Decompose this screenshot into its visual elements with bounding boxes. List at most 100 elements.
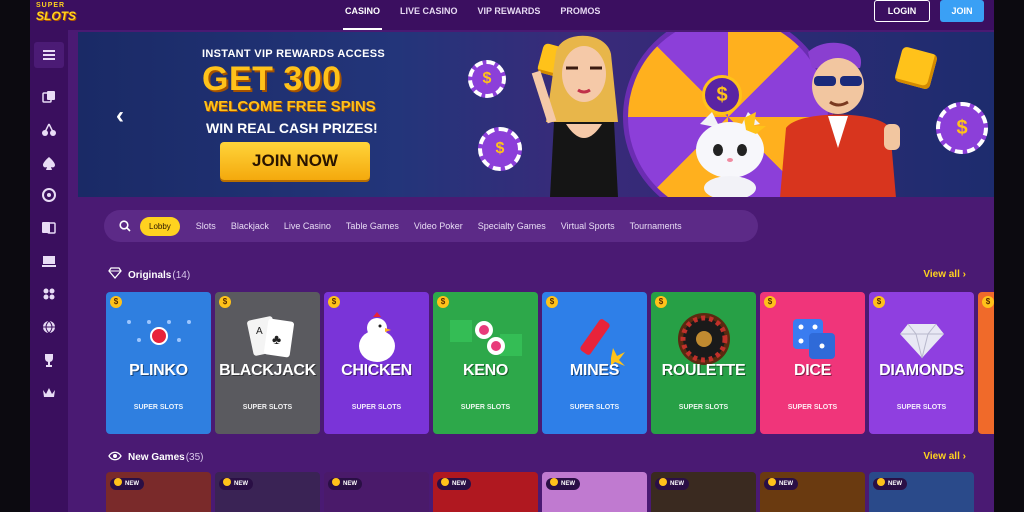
game-card-chicken[interactable]: $ CHICKEN SUPER SLOTS [324,292,429,434]
blackjack-art: A ♣ [215,310,320,368]
new-game-card[interactable]: NEW [760,472,865,512]
new-game-card[interactable]: NEW [651,472,756,512]
category-filter-bar: Lobby Slots Blackjack Live Casino Table … [104,210,758,242]
new-game-card[interactable]: NEW [542,472,647,512]
logo-line1: SUPER [36,2,66,9]
view-all-label: View all [923,451,960,462]
cards-icon[interactable] [34,84,64,110]
game-card-roulette[interactable]: $ ROULETTE SUPER SLOTS [651,292,756,434]
originals-title: Originals [128,269,172,281]
plinko-art [106,310,211,368]
card-brand: SUPER SLOTS [242,404,293,411]
coin-icon [114,478,122,486]
menu-icon[interactable] [34,42,64,68]
join-button[interactable]: JOIN [940,0,984,22]
card-brand: SUPER SLOTS [460,404,511,411]
filter-live-casino[interactable]: Live Casino [284,221,331,231]
roulette-art [651,310,756,368]
keno-art [433,310,538,368]
new-game-card[interactable]: NEW [869,472,974,512]
originals-count: (14) [172,269,191,281]
filter-slots[interactable]: Slots [196,221,216,231]
poker-chip-icon[interactable] [34,182,64,208]
banner-prev-arrow-icon[interactable]: ‹ [116,102,124,130]
trophy-icon[interactable] [34,347,64,373]
coin-icon: $ [328,296,340,308]
filter-blackjack[interactable]: Blackjack [231,221,269,231]
dice-art [760,310,865,368]
nav-promos[interactable]: PROMOS [550,0,610,30]
new-badge-label: NEW [452,481,466,487]
banner-line1: INSTANT VIP REWARDS ACCESS [202,48,386,60]
filter-table-games[interactable]: Table Games [346,221,399,231]
new-badge-label: NEW [234,481,248,487]
coin-icon [332,478,340,486]
new-game-card[interactable]: NEW [433,472,538,512]
filter-tournaments[interactable]: Tournaments [630,221,682,231]
chevron-right-icon: › [962,451,966,462]
casino-chip-icon: $ [478,127,522,171]
new-badge-label: NEW [888,481,902,487]
game-card-dice[interactable]: $ DICE SUPER SLOTS [760,292,865,434]
nav-vip-rewards[interactable]: VIP REWARDS [468,0,551,30]
coin-icon: $ [873,296,885,308]
coin-icon: $ [437,296,449,308]
new-game-card[interactable]: NEW [324,472,429,512]
nav-casino[interactable]: CASINO [335,0,390,30]
new-badge: NEW [655,478,689,490]
filter-virtual-sports[interactable]: Virtual Sports [561,221,615,231]
top-bar: SUPER SLOTS CASINO LIVE CASINO VIP REWAR… [30,0,994,30]
ball-icon[interactable] [34,314,64,340]
coin-icon [768,478,776,486]
promo-banner[interactable]: $ $ $ $ ‹ INSTANT VIP REWARDS ACCESS GET… [78,32,994,197]
filter-video-poker[interactable]: Video Poker [414,221,463,231]
blackjack-icon[interactable] [34,215,64,241]
card-brand: SUPER SLOTS [787,404,838,411]
new-game-card[interactable]: NEW [215,472,320,512]
filter-specialty-games[interactable]: Specialty Games [478,221,546,231]
login-button[interactable]: LOGIN [874,0,930,22]
woman-character [531,35,618,197]
originals-header: Originals (14) [108,267,191,282]
eye-icon [108,448,122,466]
sidebar [30,30,68,512]
coin-icon: $ [655,296,667,308]
game-card-keno[interactable]: $ KENO SUPER SLOTS [433,292,538,434]
banner-line4: WIN REAL CASH PRIZES! [206,120,378,136]
wheel-hub-dollar-icon: $ [702,75,742,115]
new-game-card[interactable]: NEW [106,472,211,512]
svg-text:A: A [256,326,263,337]
filter-lobby[interactable]: Lobby [140,216,180,236]
game-card-mines[interactable]: $ MINES SUPER SLOTS [542,292,647,434]
svg-text:♣: ♣ [272,331,281,347]
cat-character [696,112,766,197]
new-games-view-all-link[interactable]: View all › [923,451,966,462]
game-card-partial[interactable]: $ [978,292,994,434]
new-badge: NEW [873,478,907,490]
game-card-plinko[interactable]: $ PLINKO SUPER SLOTS [106,292,211,434]
search-icon[interactable] [112,213,138,239]
super-slots-logo[interactable]: SUPER SLOTS [36,2,76,26]
game-card-diamonds[interactable]: $ DIAMONDS SUPER SLOTS [869,292,974,434]
game-card-blackjack[interactable]: $ A ♣ BLACKJACK SUPER SLOTS [215,292,320,434]
coin-icon [441,478,449,486]
new-badge-label: NEW [779,481,793,487]
nav-live-casino[interactable]: LIVE CASINO [390,0,468,30]
originals-cards: $ PLINKO SUPER SLOTS $ A ♣ BLACKJACK SUPE… [106,292,994,434]
man-character [780,42,900,197]
monitor-icon[interactable] [34,248,64,274]
coin-icon [877,478,885,486]
originals-view-all-link[interactable]: View all › [923,269,966,280]
crown-icon[interactable] [34,380,64,406]
join-now-button[interactable]: JOIN NOW [220,142,370,180]
new-games-header: New Games (35) [108,450,204,464]
card-brand: SUPER SLOTS [133,404,184,411]
game-name: DIAMONDS [879,362,964,379]
card-brand: SUPER SLOTS [569,404,620,411]
grid-icon[interactable] [34,281,64,307]
main-nav: CASINO LIVE CASINO VIP REWARDS PROMOS [335,0,610,30]
cherry-icon[interactable] [34,117,64,143]
spade-icon[interactable] [34,150,64,176]
game-name: CHICKEN [341,362,412,379]
chevron-right-icon: › [962,269,966,280]
